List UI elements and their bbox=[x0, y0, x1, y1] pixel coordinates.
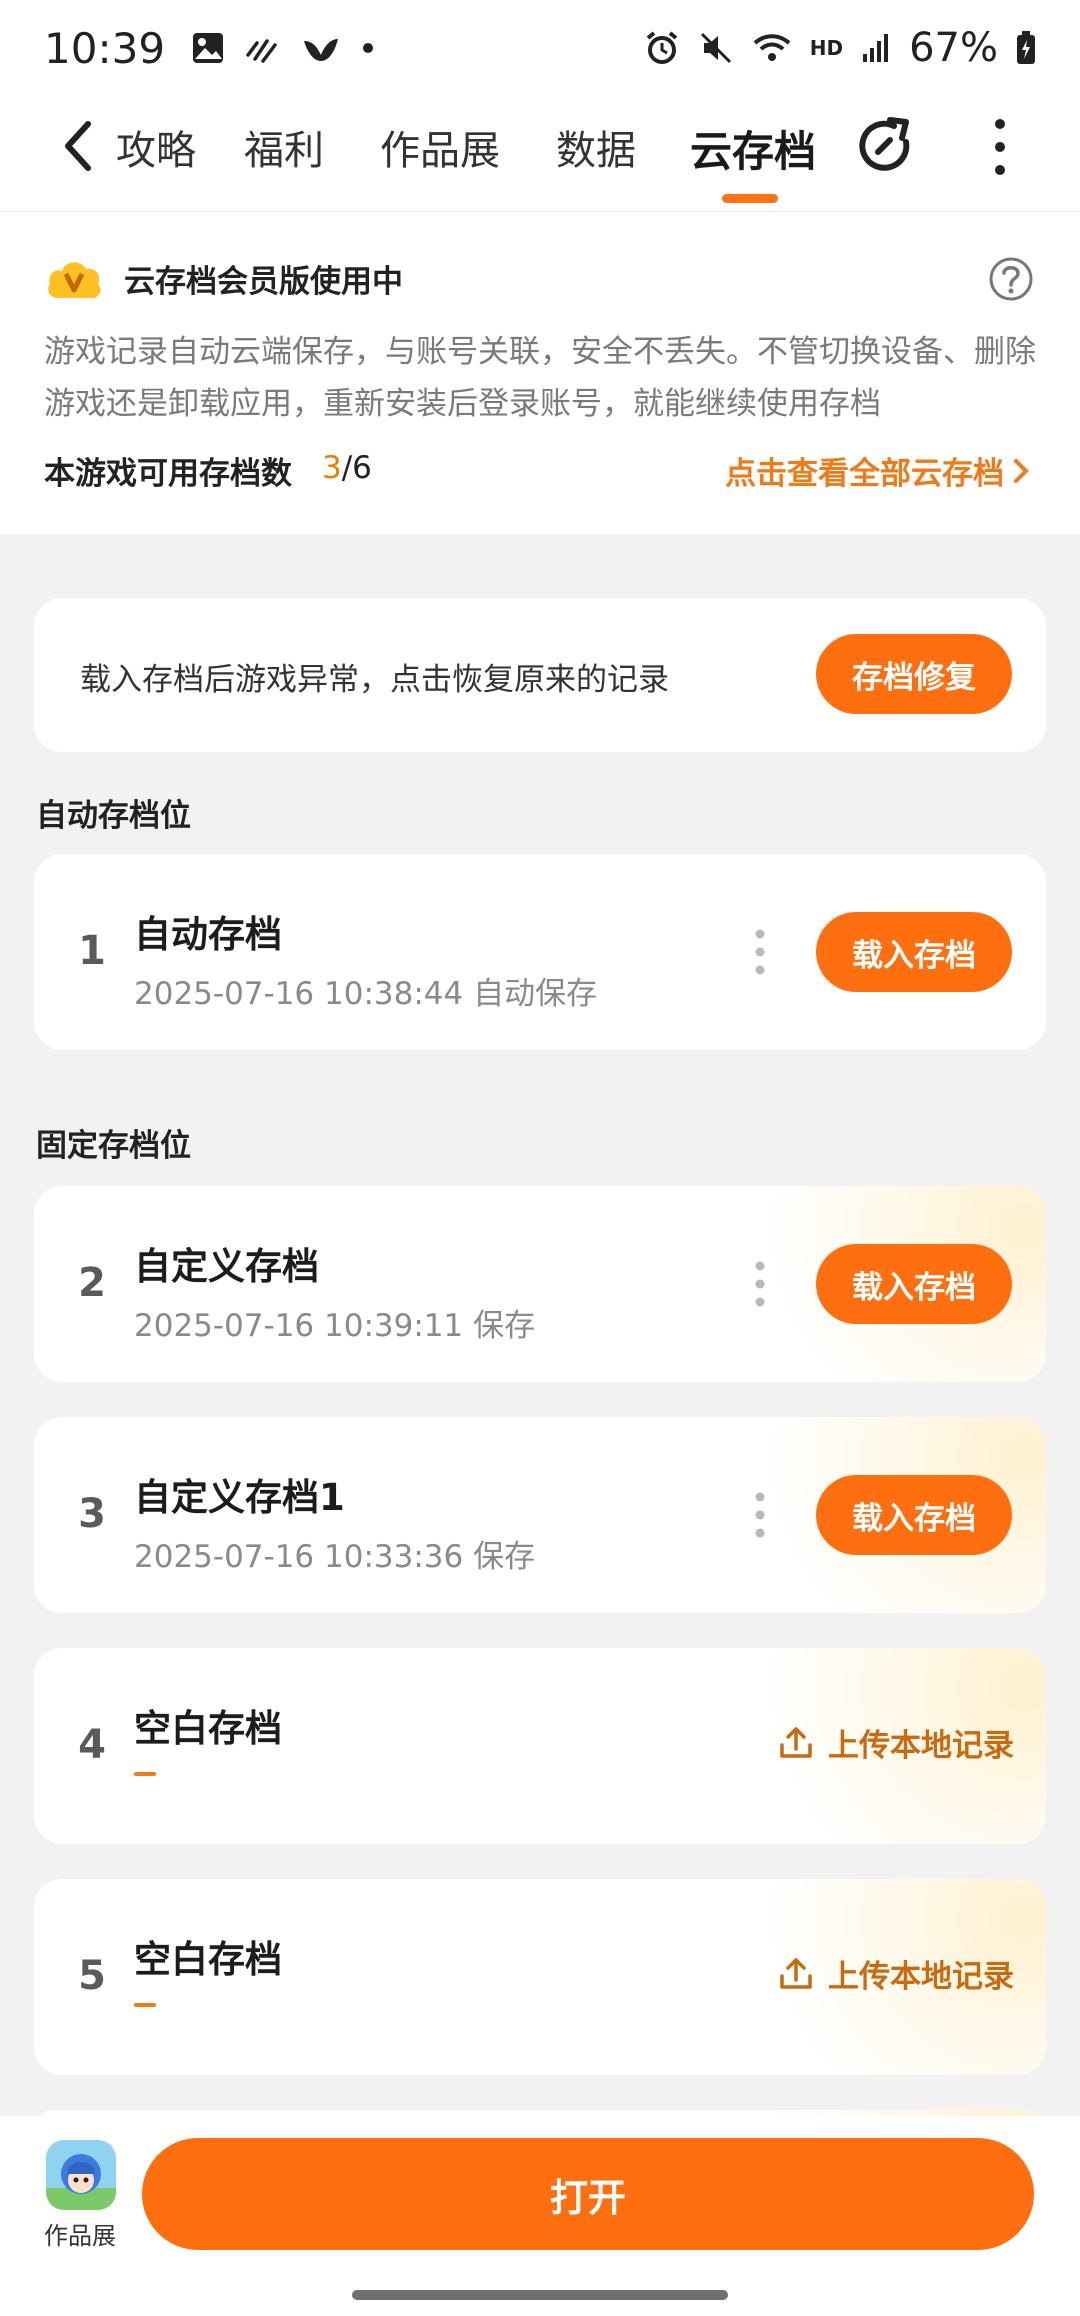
view-all-cloud-saves-link[interactable]: 点击查看全部云存档 bbox=[725, 448, 1030, 493]
activity-icon bbox=[246, 39, 277, 63]
view-all-label: 点击查看全部云存档 bbox=[725, 456, 1004, 492]
load-save-button[interactable]: 载入存档 bbox=[816, 1475, 1012, 1555]
upload-label: 上传本地记录 bbox=[828, 1728, 1014, 1764]
slot-timestamp: 2025-07-16 10:33:36 保存 bbox=[134, 1539, 536, 1575]
more-options-icon[interactable] bbox=[982, 114, 1018, 180]
top-nav: 攻略 福利 作品展 数据 云存档 bbox=[0, 96, 1080, 212]
save-slot: 1 自动存档 2025-07-16 10:38:44 自动保存 载入存档 bbox=[34, 854, 1046, 1050]
repair-hint: 载入存档后游戏异常，点击恢复原来的记录 bbox=[80, 662, 669, 698]
status-notification-icons bbox=[191, 31, 375, 65]
slot-menu-icon[interactable] bbox=[754, 1260, 766, 1308]
tab-cloud-save[interactable]: 云存档 bbox=[690, 118, 816, 179]
tab-showcase[interactable]: 作品展 bbox=[380, 118, 500, 176]
share-refresh-icon[interactable] bbox=[856, 114, 920, 178]
slot-number: 1 bbox=[78, 928, 106, 974]
load-save-button[interactable]: 载入存档 bbox=[816, 912, 1012, 992]
tab-guide[interactable]: 攻略 bbox=[116, 118, 196, 176]
open-game-button[interactable]: 打开 bbox=[142, 2138, 1034, 2250]
status-system-icons: HD 67% bbox=[644, 25, 1036, 71]
save-slot: 5 空白存档 上传本地记录 bbox=[34, 1879, 1046, 2075]
network-hd-label: HD bbox=[809, 36, 844, 60]
slot-name: 自定义存档1 bbox=[134, 1476, 345, 1519]
upload-local-record-button[interactable]: 上传本地记录 bbox=[778, 1951, 1014, 1996]
membership-title: 云存档会员版使用中 bbox=[124, 264, 403, 300]
alarm-icon bbox=[646, 31, 678, 64]
upload-local-record-button[interactable]: 上传本地记录 bbox=[778, 1720, 1014, 1765]
slot-number: 5 bbox=[78, 1953, 106, 1999]
wifi-icon bbox=[753, 34, 791, 61]
bird-app-icon bbox=[304, 39, 339, 61]
dot-icon bbox=[363, 43, 374, 53]
home-indicator[interactable] bbox=[352, 2290, 728, 2300]
save-slot: 4 空白存档 上传本地记录 bbox=[34, 1648, 1046, 1844]
gallery-icon bbox=[193, 33, 224, 63]
membership-description: 游戏记录自动云端保存，与账号关联，安全不丢失。不管切换设备、删除游戏还是卸载应用… bbox=[44, 334, 1036, 422]
showcase-label: 作品展 bbox=[44, 2222, 116, 2250]
help-icon[interactable] bbox=[988, 256, 1034, 302]
empty-slot-dash bbox=[134, 2003, 156, 2007]
quota-value: 3/6 bbox=[322, 450, 372, 486]
slot-name: 自定义存档 bbox=[134, 1245, 319, 1288]
quota-total: /6 bbox=[341, 450, 372, 486]
slot-timestamp: 2025-07-16 10:38:44 自动保存 bbox=[134, 976, 598, 1012]
save-repair-button[interactable]: 存档修复 bbox=[816, 634, 1012, 714]
chevron-right-icon bbox=[1014, 458, 1029, 483]
status-time: 10:39 bbox=[44, 23, 166, 73]
slot-number: 4 bbox=[78, 1722, 106, 1768]
back-arrow-icon[interactable] bbox=[58, 116, 98, 176]
status-bar: 10:39 HD 67% bbox=[0, 0, 1080, 96]
empty-slot-dash bbox=[134, 1772, 156, 1776]
upload-icon bbox=[780, 1726, 812, 1758]
repair-card: 载入存档后游戏异常，点击恢复原来的记录 存档修复 bbox=[34, 598, 1046, 752]
battery-percent: 67% bbox=[909, 25, 998, 71]
bottom-action-bar: 作品展 打开 bbox=[0, 2116, 1080, 2316]
slot-timestamp: 2025-07-16 10:39:11 保存 bbox=[134, 1308, 536, 1344]
showcase-avatar[interactable] bbox=[46, 2140, 116, 2210]
membership-panel: 云存档会员版使用中 游戏记录自动云端保存，与账号关联，安全不丢失。不管切换设备、… bbox=[0, 212, 1080, 534]
upload-label: 上传本地记录 bbox=[828, 1959, 1014, 1995]
battery-icon bbox=[1017, 31, 1035, 64]
fixed-slot-section-label: 固定存档位 bbox=[36, 1128, 191, 1164]
game-avatar-image bbox=[46, 2140, 116, 2210]
upload-icon bbox=[780, 1957, 812, 1989]
vip-cloud-icon bbox=[48, 262, 101, 298]
save-slot: 3 自定义存档1 2025-07-16 10:33:36 保存 载入存档 bbox=[34, 1417, 1046, 1613]
slot-number: 3 bbox=[78, 1491, 106, 1537]
quota-label: 本游戏可用存档数 bbox=[44, 456, 292, 492]
load-save-button[interactable]: 载入存档 bbox=[816, 1244, 1012, 1324]
signal-icon bbox=[863, 34, 889, 62]
slot-number: 2 bbox=[78, 1260, 106, 1306]
active-tab-indicator bbox=[722, 194, 778, 203]
slot-menu-icon[interactable] bbox=[754, 928, 766, 976]
slot-menu-icon[interactable] bbox=[754, 1491, 766, 1539]
slot-name: 空白存档 bbox=[134, 1707, 282, 1750]
auto-slot-section-label: 自动存档位 bbox=[36, 798, 191, 834]
mute-icon bbox=[700, 32, 731, 64]
quota-used: 3 bbox=[322, 450, 342, 486]
save-slot: 2 自定义存档 2025-07-16 10:39:11 保存 载入存档 bbox=[34, 1186, 1046, 1382]
tab-data[interactable]: 数据 bbox=[556, 118, 636, 176]
slot-name: 空白存档 bbox=[134, 1938, 282, 1981]
tab-benefits[interactable]: 福利 bbox=[244, 118, 324, 176]
slot-name: 自动存档 bbox=[134, 913, 282, 956]
